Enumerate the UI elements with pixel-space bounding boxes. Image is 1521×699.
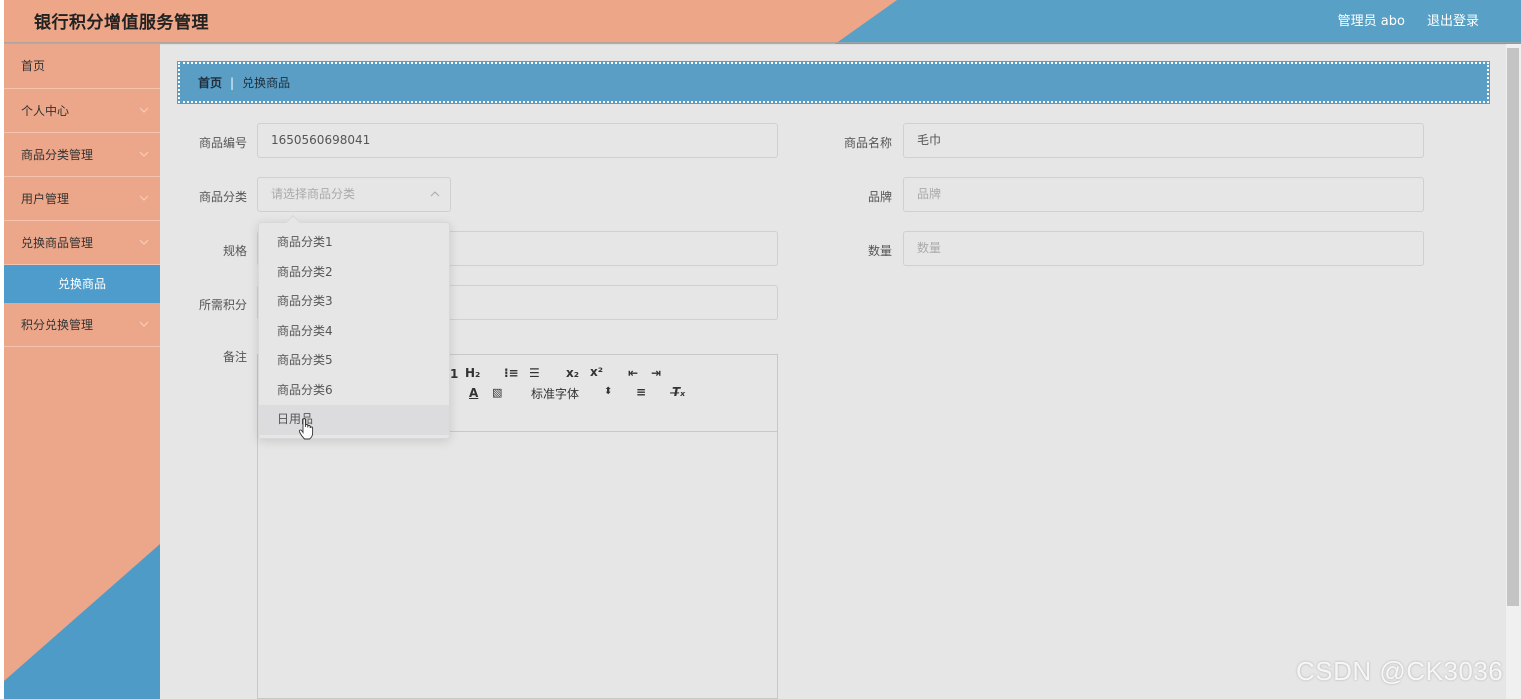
sidebar-item-home[interactable]: 首页 — [4, 44, 160, 89]
chevron-down-icon — [139, 239, 149, 245]
category-select[interactable]: 请选择商品分类 — [257, 177, 451, 212]
dropdown-option[interactable]: 商品分类6 — [259, 376, 449, 406]
header2-icon[interactable]: H₂ — [465, 366, 480, 380]
sidebar-item-label: 用户管理 — [21, 192, 70, 206]
remark-label: 备注 — [222, 350, 247, 364]
product-name-field[interactable]: 毛巾 — [903, 123, 1424, 158]
sidebar-item-category-management[interactable]: 商品分类管理 — [4, 133, 160, 177]
top-header: 银行积分增值服务管理 管理员 abo 退出登录 — [0, 0, 1521, 44]
chevron-down-icon — [139, 107, 149, 113]
font-family-select[interactable]: 标准字体 — [531, 385, 579, 402]
breadcrumb-separator: | — [230, 75, 235, 90]
sidebar-item-label: 商品分类管理 — [21, 148, 94, 162]
points-label: 所需积分 — [198, 298, 247, 312]
sidebar-item-label: 兑换商品 — [57, 277, 106, 291]
sidebar-item-user-management[interactable]: 用户管理 — [4, 177, 160, 221]
align-icon[interactable]: ≡ — [636, 385, 646, 399]
brand-label: 品牌 — [867, 190, 892, 204]
chevron-down-icon — [139, 195, 149, 201]
brand-field[interactable]: 品牌 — [903, 177, 1424, 212]
sidebar-menu: 首页 个人中心 商品分类管理 用户管理 兑换商品管理 兑换商品 积分兑换管理 — [4, 44, 160, 347]
dropdown-option[interactable]: 商品分类2 — [259, 258, 449, 288]
chevron-down-icon — [139, 321, 149, 327]
header-user-area: 管理员 abo 退出登录 — [1338, 10, 1479, 29]
chevron-down-icon — [139, 151, 149, 157]
ordered-list-icon[interactable]: ⁝≡ — [504, 366, 519, 380]
category-label: 商品分类 — [198, 190, 247, 204]
product-code-label: 商品编号 — [198, 136, 247, 150]
current-user: 管理员 abo — [1337, 14, 1405, 29]
clear-format-icon[interactable]: T̶ₓ — [672, 385, 685, 399]
product-code-field[interactable]: 1650560698041 — [257, 123, 778, 158]
outdent-icon[interactable]: ⇤ — [628, 366, 638, 380]
spec-label: 规格 — [222, 244, 247, 258]
subscript-icon[interactable]: x₂ — [566, 366, 579, 380]
breadcrumb-current: 兑换商品 — [242, 76, 291, 90]
logout-button[interactable]: 退出登录 — [1427, 10, 1479, 29]
bullet-list-icon[interactable]: ☰ — [529, 366, 540, 380]
app-title: 银行积分增值服务管理 — [34, 13, 209, 33]
header-decoration — [0, 0, 897, 44]
watermark: CSDN @CK3036 — [1296, 656, 1504, 686]
sidebar-item-label: 积分兑换管理 — [21, 318, 94, 332]
sidebar-item-label: 兑换商品管理 — [21, 236, 94, 250]
indent-icon[interactable]: ⇥ — [651, 366, 661, 380]
dropdown-arrow — [285, 214, 301, 230]
hand-cursor-icon — [298, 418, 314, 440]
sidebar: 首页 个人中心 商品分类管理 用户管理 兑换商品管理 兑换商品 积分兑换管理 — [4, 44, 160, 699]
sidebar-item-label: 首页 — [21, 59, 46, 73]
page-scrollbar[interactable] — [1506, 44, 1521, 699]
dropdown-option[interactable]: 商品分类3 — [259, 287, 449, 317]
select-arrows-icon[interactable]: ⬍ — [604, 386, 612, 397]
header1-icon[interactable]: 1 — [450, 367, 458, 381]
dropdown-option[interactable]: 商品分类1 — [259, 228, 449, 258]
breadcrumb: 首页 | 兑换商品 — [178, 62, 1489, 103]
quantity-field[interactable]: 数量 — [903, 231, 1424, 266]
sidebar-item-personal-center[interactable]: 个人中心 — [4, 89, 160, 133]
dropdown-option[interactable]: 商品分类5 — [259, 346, 449, 376]
sidebar-item-label: 个人中心 — [21, 104, 70, 118]
product-name-label: 商品名称 — [843, 136, 892, 150]
dropdown-option-hovered[interactable]: 日用品 — [259, 405, 449, 435]
background-color-icon[interactable]: ▧ — [492, 386, 502, 399]
category-dropdown: 商品分类1 商品分类2 商品分类3 商品分类4 商品分类5 商品分类6 日用品 — [258, 214, 450, 439]
superscript-icon[interactable]: x² — [590, 365, 603, 379]
sidebar-item-exchange-goods-management[interactable]: 兑换商品管理 — [4, 221, 160, 265]
breadcrumb-home[interactable]: 首页 — [198, 74, 222, 91]
sidebar-item-points-exchange-management[interactable]: 积分兑换管理 — [4, 303, 160, 347]
category-select-placeholder: 请选择商品分类 — [271, 187, 356, 201]
font-color-icon[interactable]: A — [469, 386, 478, 400]
sidebar-subitem-exchange-goods[interactable]: 兑换商品 — [4, 265, 160, 303]
scrollbar-thumb[interactable] — [1507, 48, 1519, 606]
header-shadow — [0, 42, 1521, 45]
quantity-label: 数量 — [867, 244, 892, 258]
dropdown-option[interactable]: 商品分类4 — [259, 317, 449, 347]
chevron-up-icon — [430, 191, 440, 197]
